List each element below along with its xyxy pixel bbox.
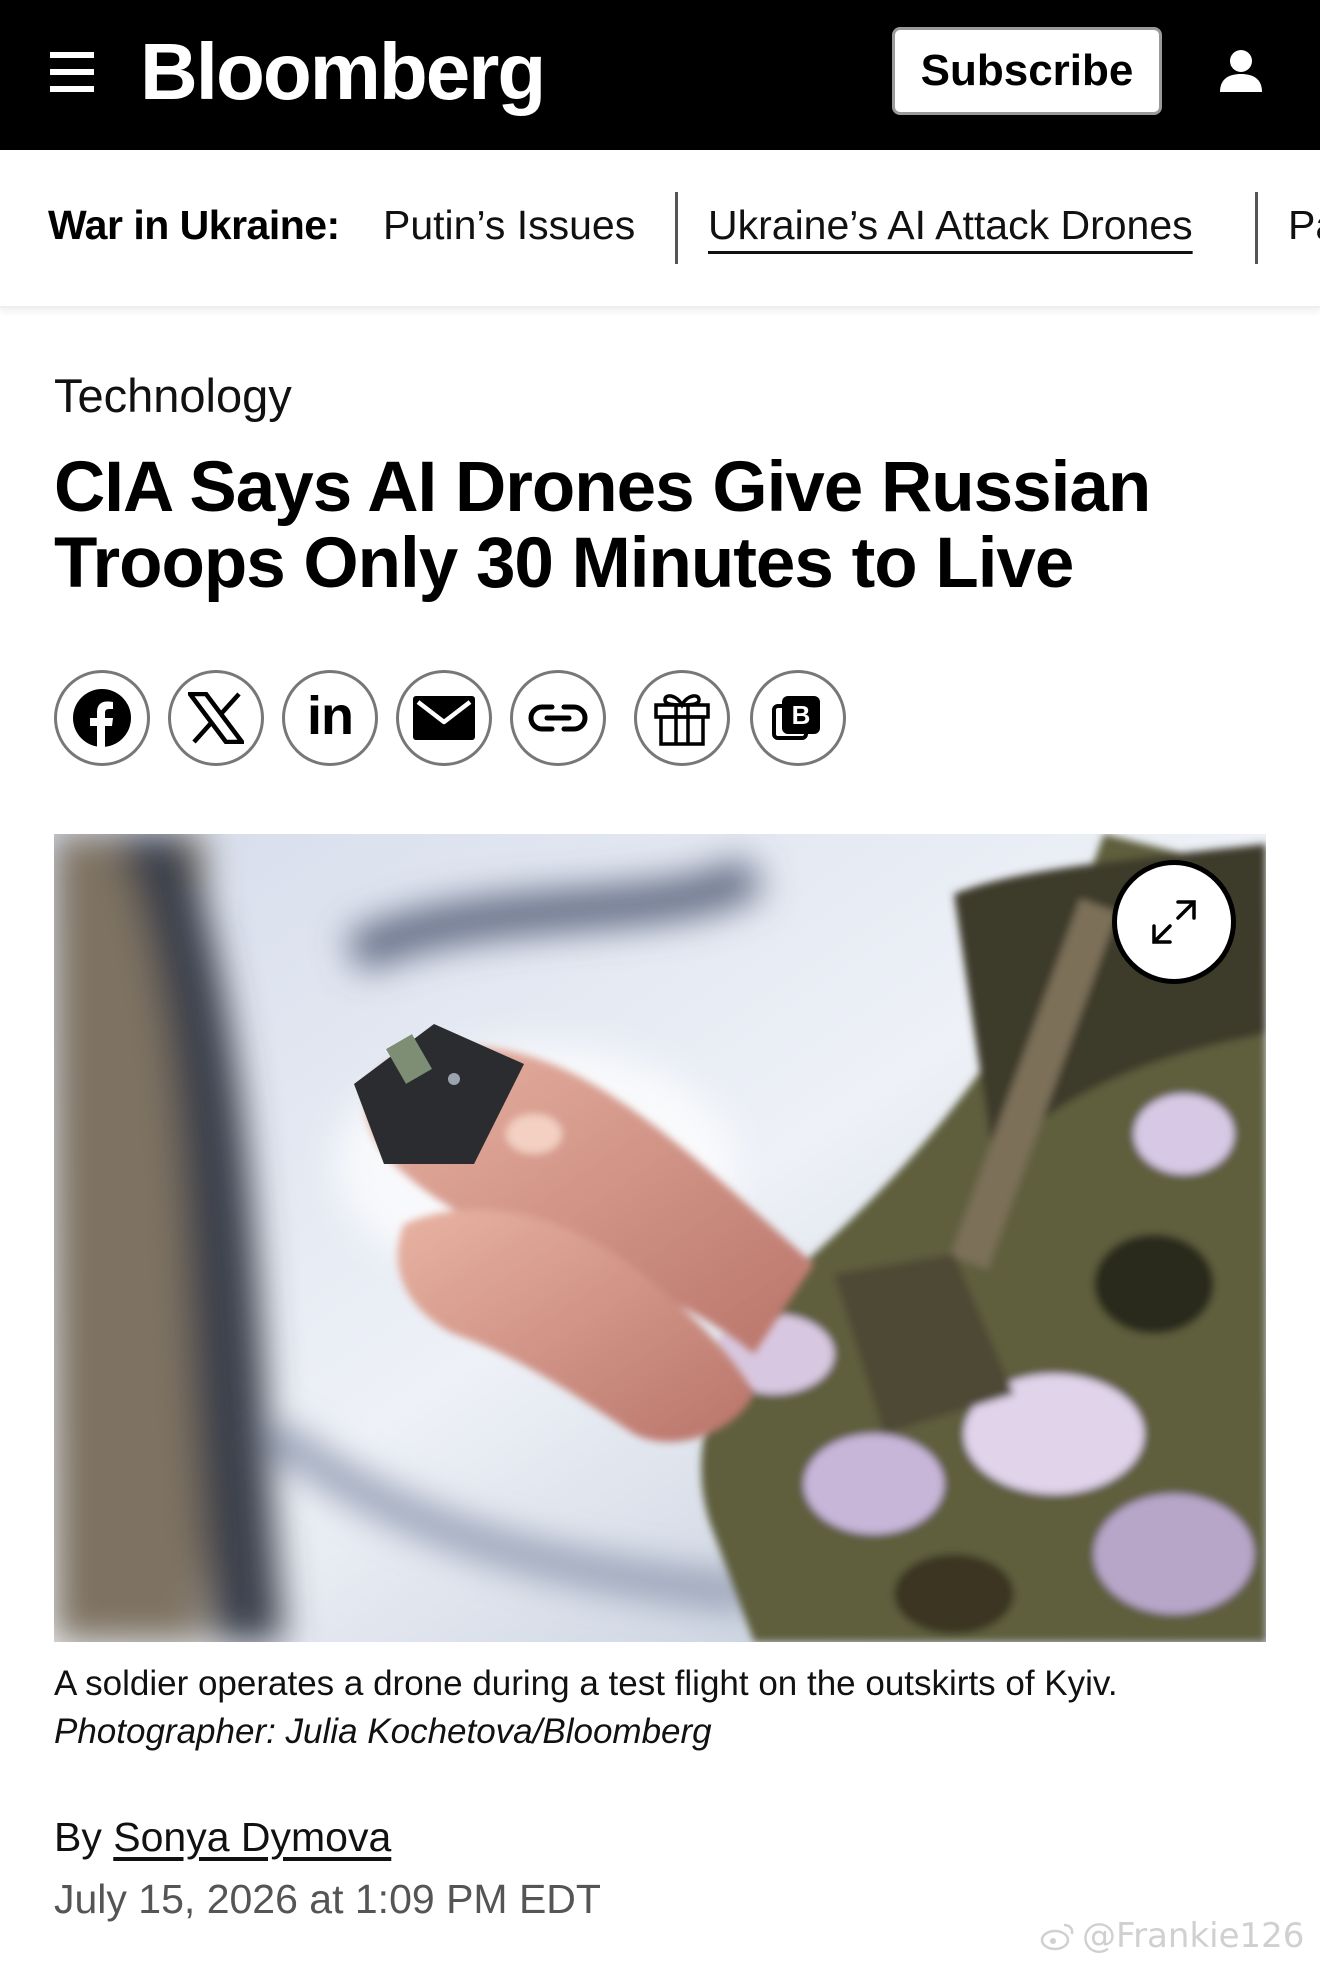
soldier-drone-photo (54, 834, 1266, 1642)
nav-divider (675, 192, 678, 264)
facebook-icon (73, 689, 131, 748)
author-link[interactable]: Sonya Dymova (113, 1814, 391, 1860)
nav-item-truncated[interactable]: Pa (1288, 202, 1320, 249)
watermark-text: @Frankie126 (1082, 1916, 1305, 1956)
subscribe-button[interactable]: Subscribe (892, 27, 1162, 115)
headline-line-1: CIA Says AI Drones Give Russian (54, 448, 1151, 527)
linkedin-share-button[interactable]: in (282, 670, 378, 766)
gift-article-button[interactable] (634, 670, 730, 766)
publish-date: July 15, 2026 at 1:09 PM EDT (54, 1876, 601, 1922)
byline-prefix: By (54, 1814, 102, 1860)
nav-section-label: War in Ukraine: (48, 202, 340, 248)
caption-text: A soldier operates a drone during a test… (54, 1664, 1118, 1703)
image-caption: A soldier operates a drone during a test… (54, 1660, 1214, 1756)
photo-credit: Photographer: Julia Kochetova/Bloomberg (54, 1712, 712, 1751)
bloomberg-terminal-icon: B (772, 692, 824, 744)
linkedin-icon: in (307, 686, 354, 746)
email-share-button[interactable] (396, 670, 492, 766)
link-icon (528, 704, 588, 732)
bloomberg-logo[interactable]: Bloomberg (140, 24, 546, 120)
nav-item-ukraines-ai-attack-drones[interactable]: Ukraine’s AI Attack Drones (708, 202, 1193, 249)
byline: By Sonya Dymova (54, 1814, 391, 1861)
article-hero-image (54, 834, 1266, 1642)
expand-image-button[interactable] (1112, 860, 1236, 984)
weibo-icon (1040, 1923, 1074, 1951)
email-icon (413, 696, 475, 740)
article-category[interactable]: Technology (54, 368, 292, 423)
copy-link-button[interactable] (510, 670, 606, 766)
watermark: @Frankie126 (1040, 1916, 1304, 1956)
facebook-share-button[interactable] (54, 670, 150, 766)
topic-navigation-strip: War in Ukraine: Putin’s Issues Ukraine’s… (0, 150, 1320, 308)
nav-item-putins-issues[interactable]: Putin’s Issues (383, 202, 635, 249)
bloomberg-terminal-button[interactable]: B (750, 670, 846, 766)
gift-icon (654, 694, 710, 746)
x-icon (188, 692, 244, 744)
top-navigation-bar: Bloomberg Subscribe (0, 0, 1320, 150)
hamburger-menu-icon[interactable] (50, 52, 94, 92)
x-share-button[interactable] (168, 670, 264, 766)
user-account-icon[interactable] (1218, 48, 1264, 94)
article-headline: CIA Says AI Drones Give Russian Troops O… (54, 450, 1274, 602)
nav-divider (1255, 192, 1258, 264)
headline-line-2: Troops Only 30 Minutes to Live (54, 524, 1074, 603)
expand-icon (1152, 900, 1196, 944)
